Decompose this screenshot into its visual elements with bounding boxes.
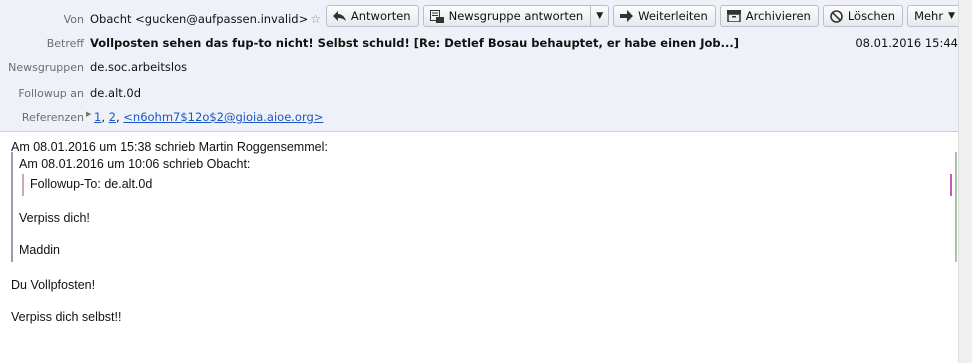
- quoted-text-2: Maddin: [19, 243, 60, 257]
- delete-label: Löschen: [847, 9, 896, 23]
- newsgroups-label: Newsgruppen: [8, 61, 84, 74]
- archive-button[interactable]: Archivieren: [719, 5, 819, 27]
- subject-label: Betreff: [46, 37, 84, 50]
- reply-button[interactable]: Antworten: [325, 5, 419, 27]
- reference-link-3[interactable]: <n6ohm7$12o$2@gioia.aioe.org>: [123, 110, 323, 124]
- reply-label: Antworten: [350, 9, 411, 23]
- from-field[interactable]: Obacht <gucken@aufpassen.invalid> ☆: [90, 12, 321, 26]
- archive-box-icon: [726, 10, 741, 22]
- message-header: Von Obacht <gucken@aufpassen.invalid> ☆ A…: [0, 0, 972, 132]
- archive-label: Archivieren: [745, 9, 811, 23]
- forward-label: Weiterleiten: [638, 9, 708, 23]
- expand-triangle-icon[interactable]: ▶: [86, 110, 91, 118]
- reply-arrow-icon: [332, 10, 346, 22]
- chevron-down-icon: ▼: [948, 11, 955, 21]
- newsgroups-value[interactable]: de.soc.arbeitslos: [90, 60, 187, 74]
- blockquote-inner: Followup-To: de.alt.0d: [22, 174, 952, 196]
- quoted-text-1: Verpiss dich!: [19, 211, 90, 225]
- scrollbar[interactable]: [958, 0, 972, 363]
- chevron-down-icon: ▼: [596, 11, 604, 21]
- inner-quote-text: Followup-To: de.alt.0d: [30, 177, 153, 191]
- blockquote-outer: Am 08.01.2016 um 10:06 schrieb Obacht: F…: [11, 152, 957, 262]
- message-body: Am 08.01.2016 um 15:38 schrieb Martin Ro…: [0, 132, 958, 363]
- reply-text-1: Du Vollpfosten!: [11, 278, 96, 292]
- delete-button[interactable]: Löschen: [822, 5, 904, 27]
- references-label: Referenzen: [21, 111, 84, 124]
- from-label: Von: [63, 13, 84, 26]
- more-button[interactable]: Mehr ▼: [907, 5, 963, 27]
- references-list: 1, 2, <n6ohm7$12o$2@gioia.aioe.org>: [94, 110, 324, 124]
- from-value[interactable]: Obacht <gucken@aufpassen.invalid>: [90, 12, 308, 26]
- subject-value: Vollposten sehen das fup-to nicht! Selbs…: [90, 36, 739, 50]
- followup-value[interactable]: de.alt.0d: [90, 86, 141, 100]
- followup-label: Followup an: [18, 87, 84, 100]
- message-date: 08.01.2016 15:44: [855, 36, 958, 50]
- forward-button[interactable]: Weiterleiten: [613, 5, 716, 27]
- star-icon[interactable]: ☆: [310, 12, 321, 26]
- reply-newsgroup-button[interactable]: Newsgruppe antworten: [422, 5, 592, 27]
- reply-text-2: Verpiss dich selbst!!: [11, 310, 122, 324]
- more-label: Mehr: [914, 9, 944, 23]
- forward-arrow-icon: [620, 10, 634, 22]
- newsgroup-icon: [429, 9, 444, 23]
- delete-circle-icon: [830, 9, 843, 23]
- reply-newsgroup-dropdown[interactable]: ▼: [591, 5, 610, 27]
- attribution-inner: Am 08.01.2016 um 10:06 schrieb Obacht:: [19, 157, 251, 171]
- message-toolbar: Antworten Newsgruppe antworten ▼ Weiterl…: [325, 5, 963, 28]
- reference-link-2[interactable]: 2: [109, 110, 116, 124]
- reply-newsgroup-label: Newsgruppe antworten: [448, 9, 584, 23]
- reply-newsgroup-split: Newsgruppe antworten ▼: [422, 5, 610, 28]
